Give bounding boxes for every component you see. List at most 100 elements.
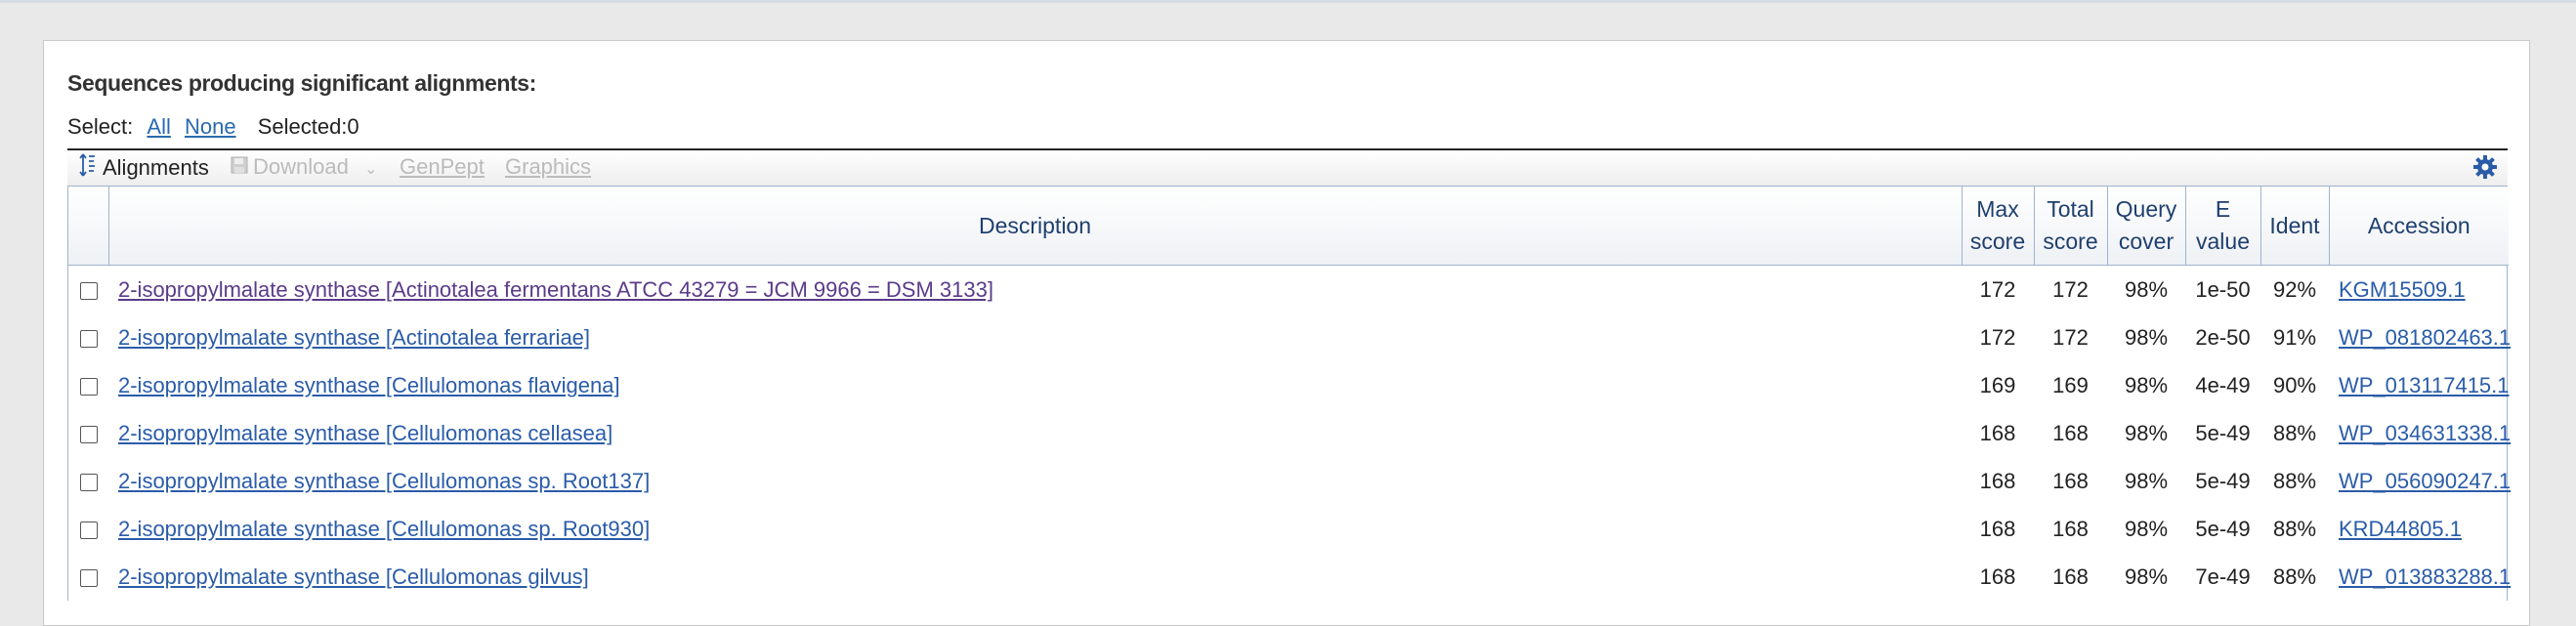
page-background: Sequences producing significant alignmen…: [0, 0, 2576, 626]
total-score-cell: 168: [2052, 420, 2089, 445]
accession-link[interactable]: KRD44805.1: [2339, 517, 2462, 541]
max-score-header[interactable]: Max score: [1961, 187, 2034, 266]
table-row: 2-isopropylmalate synthase [Cellulomonas…: [68, 505, 2509, 553]
total-score-cell: 168: [2052, 563, 2089, 589]
ident-cell: 90%: [2272, 372, 2317, 397]
e-value-cell: 5e-49: [2195, 516, 2251, 541]
e-value-cell: 5e-49: [2195, 468, 2251, 493]
row-checkbox[interactable]: [79, 377, 98, 396]
description-link[interactable]: 2-isopropylmalate synthase [Cellulomonas…: [118, 517, 650, 541]
max-score-cell: 172: [1979, 324, 2016, 350]
accession-link[interactable]: WP_013883288.1: [2339, 564, 2511, 589]
row-checkbox-cell: [68, 505, 108, 553]
accession-link[interactable]: KGM15509.1: [2339, 277, 2466, 302]
query-cover-cell: 98%: [2124, 324, 2169, 350]
total-score-cell: 168: [2052, 468, 2089, 493]
row-checkbox-cell: [68, 553, 108, 601]
download-button[interactable]: Download ⌄: [230, 152, 377, 185]
alignments-label: Alignments: [103, 154, 209, 180]
row-checkbox[interactable]: [79, 568, 98, 587]
accession-cell: WP_056090247.1: [2329, 457, 2511, 505]
row-checkbox-cell: [68, 457, 108, 505]
accession-cell: WP_034631338.1: [2329, 409, 2511, 457]
table-row: 2-isopropylmalate synthase [Cellulomonas…: [68, 553, 2511, 601]
query-cover-cell: 98%: [2124, 276, 2169, 302]
total-score-cell: 172: [2052, 276, 2089, 302]
description-cell: 2-isopropylmalate synthase [Cellulomonas…: [108, 361, 1962, 409]
row-checkbox[interactable]: [79, 425, 98, 443]
query-cover-cell: 98%: [2124, 468, 2169, 493]
description-cell: 2-isopropylmalate synthase [Actinotalea …: [108, 313, 1962, 361]
select-label: Select:: [67, 114, 134, 139]
graphics-link[interactable]: Graphics: [505, 152, 591, 182]
max-score-cell: 168: [1979, 516, 2016, 541]
alignments-button[interactable]: Alignments: [79, 152, 209, 186]
query-cover-header[interactable]: Query cover: [2106, 187, 2185, 266]
row-checkbox-cell: [68, 361, 108, 409]
description-link[interactable]: 2-isopropylmalate synthase [Cellulomonas…: [118, 421, 612, 445]
accession-link[interactable]: WP_056090247.1: [2339, 469, 2511, 493]
results-toolbar: Alignments Download ⌄ GenPept Graphics: [67, 148, 2508, 186]
row-checkbox[interactable]: [79, 521, 98, 539]
accession-link[interactable]: WP_081802463.1: [2339, 325, 2511, 350]
query-cover-cell: 98%: [2124, 420, 2169, 445]
save-disk-icon: [230, 153, 249, 183]
row-checkbox-cell: [68, 313, 108, 361]
table-row: 2-isopropylmalate synthase [Cellulomonas…: [68, 409, 2511, 457]
description-link[interactable]: 2-isopropylmalate synthase [Cellulomonas…: [118, 373, 620, 397]
accession-link[interactable]: WP_013117415.1: [2339, 373, 2510, 397]
select-column-header: [68, 187, 108, 266]
max-score-cell: 168: [1979, 563, 2016, 589]
description-header[interactable]: Description: [107, 187, 1962, 266]
total-score-cell: 168: [2052, 516, 2089, 541]
e-value-cell: 4e-49: [2195, 372, 2251, 397]
description-cell: 2-isopropylmalate synthase [Cellulomonas…: [108, 553, 1962, 601]
e-value-cell: 2e-50: [2195, 324, 2251, 350]
alignments-table: Description Max score Total score Query cov…: [67, 186, 2511, 601]
chevron-down-icon: ⌄: [363, 161, 378, 178]
row-checkbox[interactable]: [79, 329, 98, 348]
ident-header[interactable]: Ident: [2259, 187, 2329, 266]
description-link[interactable]: 2-isopropylmalate synthase [Cellulomonas…: [118, 564, 589, 589]
ident-cell: 88%: [2272, 516, 2317, 541]
description-cell: 2-isopropylmalate synthase [Cellulomonas…: [108, 505, 1962, 553]
select-none-link[interactable]: None: [185, 114, 236, 139]
description-link[interactable]: 2-isopropylmalate synthase [Actinotalea …: [118, 277, 993, 302]
ident-cell: 88%: [2272, 468, 2317, 493]
table-row: 2-isopropylmalate synthase [Cellulomonas…: [68, 457, 2511, 505]
gear-icon[interactable]: [2472, 154, 2498, 188]
results-panel: Sequences producing significant alignmen…: [43, 40, 2530, 626]
table-row: 2-isopropylmalate synthase [Actinotalea …: [68, 266, 2509, 314]
row-checkbox[interactable]: [79, 281, 98, 300]
description-link[interactable]: 2-isopropylmalate synthase [Actinotalea …: [118, 325, 590, 350]
max-score-cell: 168: [1979, 468, 2016, 493]
ident-cell: 91%: [2272, 324, 2317, 350]
e-value-header[interactable]: Evalue: [2184, 187, 2260, 266]
max-score-cell: 172: [1979, 276, 2016, 302]
row-checkbox-cell: [68, 266, 108, 314]
select-all-link[interactable]: All: [147, 114, 170, 139]
select-bar: Select: All None Selected:0: [67, 114, 359, 140]
max-score-cell: 168: [1979, 420, 2016, 445]
accession-cell: KRD44805.1: [2329, 505, 2509, 553]
description-cell: 2-isopropylmalate synthase [Cellulomonas…: [108, 457, 1962, 505]
row-checkbox[interactable]: [79, 473, 98, 491]
genpept-link[interactable]: GenPept: [400, 152, 485, 182]
alignments-icon: [79, 152, 99, 186]
description-cell: 2-isopropylmalate synthase [Actinotalea …: [108, 266, 1962, 314]
accession-cell: WP_081802463.1: [2329, 313, 2511, 361]
e-value-cell: 5e-49: [2195, 420, 2251, 445]
total-score-header[interactable]: Total score: [2033, 187, 2107, 266]
table-header-row: Description Max score Total score Query cov…: [68, 187, 2509, 266]
accession-link[interactable]: WP_034631338.1: [2339, 421, 2511, 445]
description-link[interactable]: 2-isopropylmalate synthase [Cellulomonas…: [118, 469, 650, 493]
ident-cell: 88%: [2272, 563, 2317, 589]
table-row: 2-isopropylmalate synthase [Actinotalea …: [68, 313, 2511, 361]
total-score-cell: 172: [2052, 324, 2089, 350]
e-value-cell: 7e-49: [2195, 563, 2251, 589]
max-score-cell: 169: [1979, 372, 2016, 397]
section-heading: Sequences producing significant alignmen…: [67, 70, 536, 96]
e-value-cell: 1e-50: [2195, 276, 2251, 302]
accession-header[interactable]: Accession: [2328, 187, 2509, 266]
total-score-cell: 169: [2052, 372, 2089, 397]
